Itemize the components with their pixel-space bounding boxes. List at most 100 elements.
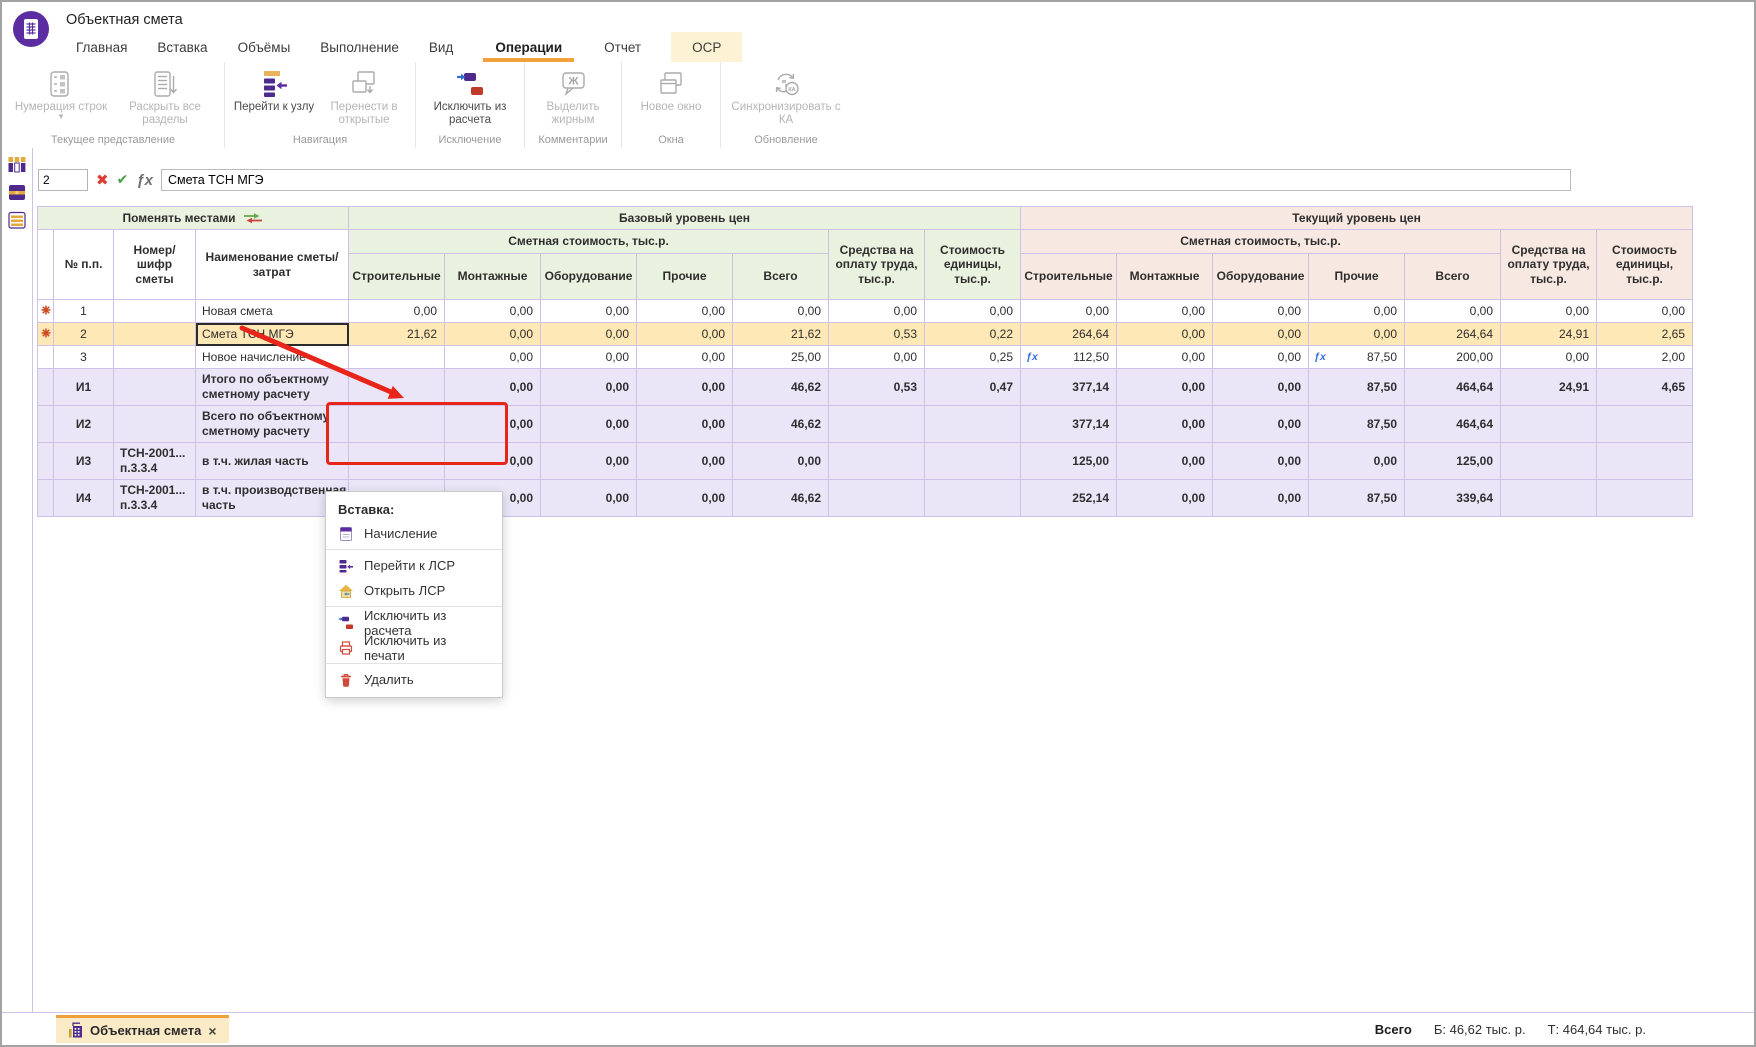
value-cell[interactable] <box>1501 480 1597 517</box>
value-cell[interactable]: 0,00 <box>445 369 541 406</box>
value-cell[interactable]: 0,00 <box>637 406 733 443</box>
value-cell[interactable]: 0,00 <box>445 346 541 369</box>
estimate-code-cell[interactable] <box>114 346 196 369</box>
value-cell[interactable]: ƒx87,50 <box>1309 346 1405 369</box>
tab-obyomy[interactable]: Объёмы <box>238 32 291 62</box>
row-number-cell[interactable]: И4 <box>54 480 114 517</box>
value-cell[interactable] <box>925 480 1021 517</box>
value-cell[interactable] <box>1501 406 1597 443</box>
value-cell[interactable]: 0,00 <box>1309 443 1405 480</box>
value-cell[interactable]: 87,50 <box>1309 406 1405 443</box>
value-cell[interactable]: 0,00 <box>349 300 445 323</box>
row-number-cell[interactable]: 3 <box>54 346 114 369</box>
value-cell[interactable]: 0,00 <box>1405 300 1501 323</box>
value-cell[interactable]: 0,00 <box>445 300 541 323</box>
row-marker-cell[interactable] <box>38 300 54 323</box>
value-cell[interactable]: 2,00 <box>1597 346 1693 369</box>
value-cell[interactable]: 0,00 <box>445 443 541 480</box>
estimate-code-cell[interactable]: ТСН-2001... п.3.3.4 <box>114 443 196 480</box>
row-number-cell[interactable]: И3 <box>54 443 114 480</box>
columns-view-icon[interactable] <box>6 153 28 175</box>
value-cell[interactable]: 464,64 <box>1405 406 1501 443</box>
row-number-cell[interactable]: 1 <box>54 300 114 323</box>
value-cell[interactable]: 0,53 <box>829 369 925 406</box>
value-cell[interactable]: 200,00 <box>1405 346 1501 369</box>
value-cell[interactable] <box>829 443 925 480</box>
value-cell[interactable]: 24,91 <box>1501 369 1597 406</box>
estimate-code-cell[interactable] <box>114 323 196 346</box>
value-cell[interactable] <box>925 443 1021 480</box>
value-cell[interactable]: 0,00 <box>637 443 733 480</box>
row-marker-cell[interactable] <box>38 346 54 369</box>
tab-operacii[interactable]: Операции <box>483 32 574 62</box>
value-cell[interactable]: 0,00 <box>1501 300 1597 323</box>
value-cell[interactable]: 125,00 <box>1405 443 1501 480</box>
estimate-code-cell[interactable] <box>114 369 196 406</box>
row-numbering-button[interactable]: Нумерация строк ▾ <box>9 67 113 120</box>
value-cell[interactable]: 0,00 <box>637 369 733 406</box>
row-marker-cell[interactable] <box>38 323 54 346</box>
value-cell[interactable]: 264,64 <box>1021 323 1117 346</box>
menu-item-go-to-lsr[interactable]: Перейти к ЛСР <box>326 553 502 578</box>
value-cell[interactable]: 0,00 <box>733 443 829 480</box>
menu-item-exclude-calc[interactable]: Исключить из расчета <box>326 610 502 635</box>
formula-input[interactable] <box>161 169 1571 191</box>
value-cell[interactable]: 0,22 <box>925 323 1021 346</box>
estimate-name-cell[interactable]: Новое начисление <box>196 346 349 369</box>
tab-vypolnenie[interactable]: Выполнение <box>320 32 399 62</box>
value-cell[interactable]: 4,65 <box>1597 369 1693 406</box>
value-cell[interactable] <box>1597 480 1693 517</box>
value-cell[interactable]: 0,00 <box>1213 480 1309 517</box>
tab-otchet[interactable]: Отчет <box>604 32 641 62</box>
value-cell[interactable]: 0,00 <box>541 443 637 480</box>
menu-item-delete[interactable]: Удалить <box>326 667 502 692</box>
row-number-cell[interactable]: 2 <box>54 323 114 346</box>
value-cell[interactable]: 24,91 <box>1501 323 1597 346</box>
value-cell[interactable]: 125,00 <box>1021 443 1117 480</box>
tab-osr[interactable]: ОСР <box>671 32 742 62</box>
value-cell[interactable] <box>925 406 1021 443</box>
value-cell[interactable] <box>349 369 445 406</box>
value-cell[interactable] <box>1597 406 1693 443</box>
value-cell[interactable]: 0,00 <box>1117 300 1213 323</box>
value-cell[interactable]: 0,00 <box>1117 480 1213 517</box>
value-cell[interactable]: 0,00 <box>637 323 733 346</box>
value-cell[interactable]: 0,00 <box>829 346 925 369</box>
row-number-cell[interactable]: И2 <box>54 406 114 443</box>
value-cell[interactable]: 0,00 <box>1021 300 1117 323</box>
row-marker-cell[interactable] <box>38 480 54 517</box>
value-cell[interactable]: 87,50 <box>1309 480 1405 517</box>
value-cell[interactable]: 0,00 <box>1213 443 1309 480</box>
row-number-cell[interactable]: И1 <box>54 369 114 406</box>
briefcase-view-icon[interactable] <box>6 181 28 203</box>
value-cell[interactable]: 0,00 <box>1117 369 1213 406</box>
value-cell[interactable]: 0,00 <box>733 300 829 323</box>
value-cell[interactable]: 0,00 <box>829 300 925 323</box>
value-cell[interactable]: 0,00 <box>1501 346 1597 369</box>
sync-ka-button[interactable]: КА Синхронизировать с КА <box>730 67 842 127</box>
value-cell[interactable] <box>1597 443 1693 480</box>
value-cell[interactable]: 0,00 <box>445 323 541 346</box>
value-cell[interactable]: 0,00 <box>1213 300 1309 323</box>
value-cell[interactable]: 264,64 <box>1405 323 1501 346</box>
document-tab[interactable]: Объектная смета × <box>56 1015 229 1043</box>
value-cell[interactable]: 0,00 <box>1117 346 1213 369</box>
value-cell[interactable]: 0,00 <box>541 406 637 443</box>
value-cell[interactable]: 0,00 <box>541 346 637 369</box>
row-number-input[interactable] <box>38 169 88 191</box>
value-cell[interactable]: 25,00 <box>733 346 829 369</box>
menu-item-open-lsr[interactable]: Открыть ЛСР <box>326 578 502 603</box>
value-cell[interactable]: 46,62 <box>733 406 829 443</box>
row-marker-cell[interactable] <box>38 406 54 443</box>
value-cell[interactable]: 0,00 <box>1117 406 1213 443</box>
menu-item-accrual[interactable]: Начисление <box>326 521 502 546</box>
tab-glavnaya[interactable]: Главная <box>76 32 127 62</box>
go-to-node-button[interactable]: Перейти к узлу <box>230 67 318 114</box>
value-cell[interactable]: 0,47 <box>925 369 1021 406</box>
menu-item-exclude-print[interactable]: Исключить из печати <box>326 635 502 660</box>
exclude-from-calc-button[interactable]: Исключить из расчета <box>424 67 516 127</box>
value-cell[interactable]: 0,00 <box>1117 323 1213 346</box>
value-cell[interactable]: 464,64 <box>1405 369 1501 406</box>
swap-columns-header[interactable]: Поменять местами <box>38 207 349 230</box>
estimate-code-cell[interactable]: ТСН-2001... п.3.3.4 <box>114 480 196 517</box>
